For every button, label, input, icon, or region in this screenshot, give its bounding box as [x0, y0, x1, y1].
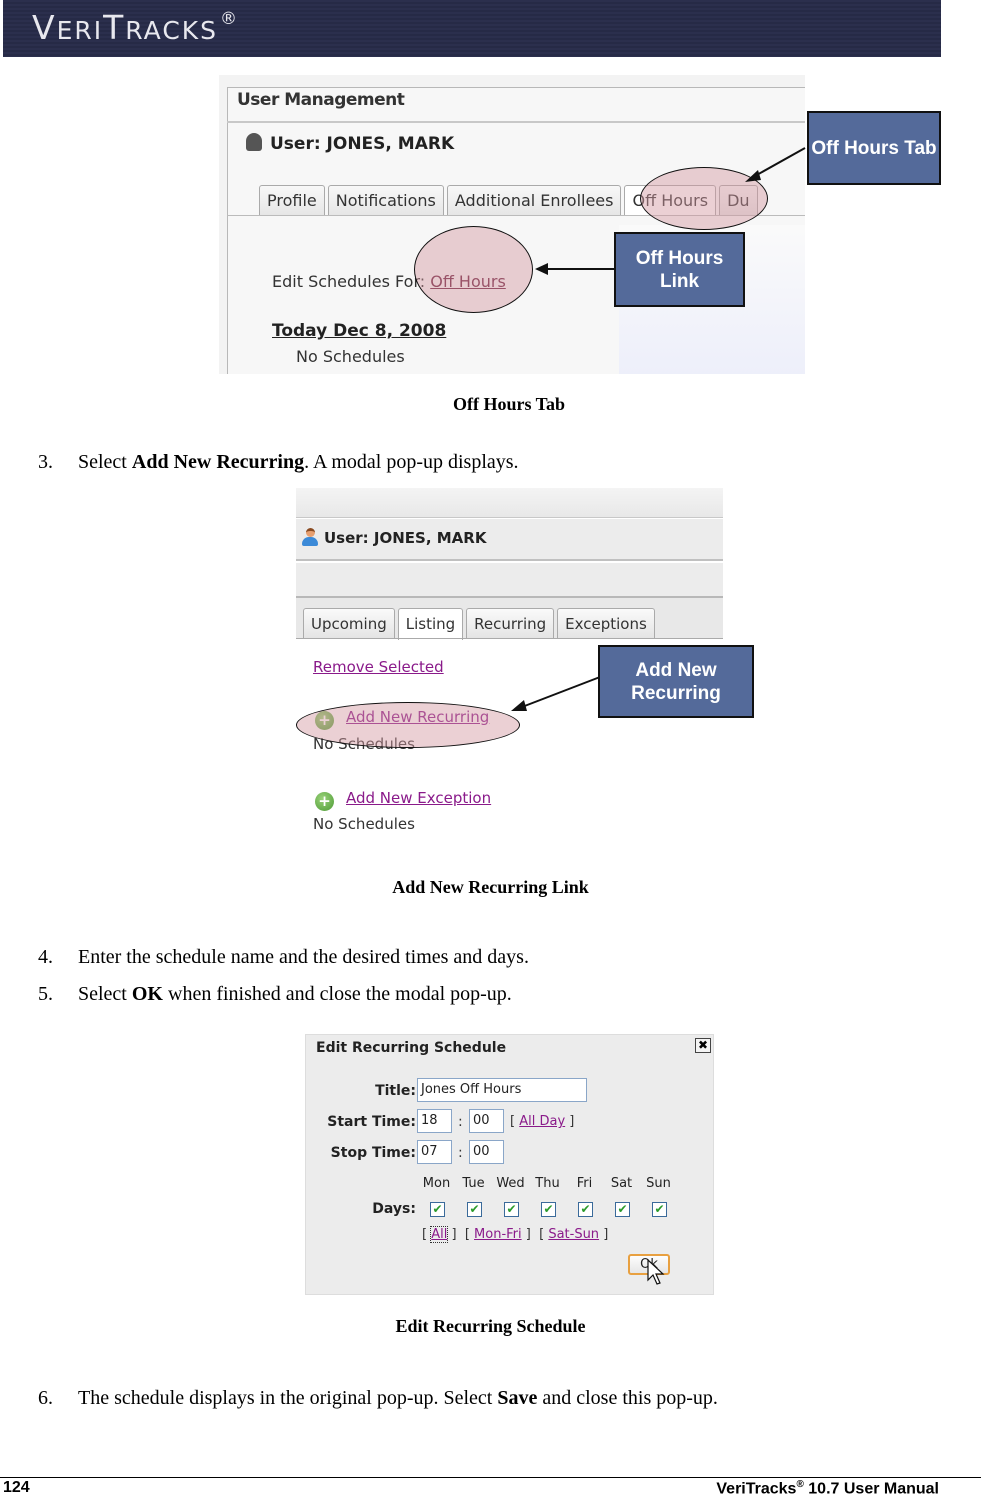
top-bar: [296, 488, 723, 518]
tab-notifications[interactable]: Notifications: [327, 185, 444, 215]
title-input[interactable]: Jones Off Hours: [417, 1078, 587, 1102]
arrow-line-tab: [754, 147, 806, 177]
all-day-link[interactable]: All Day: [519, 1114, 565, 1129]
arrow-line: [521, 676, 601, 708]
checkbox-thu[interactable]: ✔: [541, 1202, 556, 1217]
day-header: Tue: [462, 1176, 485, 1191]
day-header: Fri: [576, 1176, 593, 1191]
arrowhead-link: [535, 263, 548, 275]
tab-upcoming[interactable]: Upcoming: [303, 608, 395, 638]
add-icon: +: [315, 792, 334, 811]
caption-edit-recurring-schedule: Edit Recurring Schedule: [395, 1316, 586, 1336]
add-new-exception-row: + Add New Exception: [315, 789, 491, 811]
highlight-add-new-recurring: [296, 702, 520, 748]
remove-selected-link[interactable]: Remove Selected: [313, 658, 444, 676]
step-6: 6. The schedule displays in the original …: [38, 1387, 718, 1409]
spacer-bar: [296, 563, 723, 598]
edit-recurring-schedule-dialog: Edit Recurring Schedule ✖ Title: Jones O…: [305, 1034, 714, 1295]
divider: [227, 121, 805, 123]
user-heading: User: JONES, MARK: [302, 528, 486, 547]
panel-title: User Management: [237, 90, 405, 110]
user-icon: [302, 528, 318, 546]
manual-title: VeriTracks® 10.7 User Manual: [716, 1479, 939, 1495]
day-header: Mon: [422, 1176, 451, 1191]
callout-add-new-recurring: Add New Recurring: [598, 645, 754, 718]
tab-exceptions[interactable]: Exceptions: [557, 608, 655, 638]
callout-off-hours-tab: Off Hours Tab: [807, 111, 941, 185]
checkbox-sun[interactable]: ✔: [652, 1202, 667, 1217]
highlight-off-hours-link: [414, 226, 533, 313]
checkbox-mon[interactable]: ✔: [430, 1202, 445, 1217]
checkbox-tue[interactable]: ✔: [467, 1202, 482, 1217]
schedule-tabs: Upcoming Listing Recurring Exceptions: [303, 608, 658, 640]
step-3: 3. Select Add New Recurring. A modal pop-…: [38, 451, 519, 473]
arrowhead-tab: [745, 170, 761, 182]
footer-rule: [0, 1477, 981, 1478]
day-checkboxes: ✔ ✔ ✔ ✔ ✔ ✔ ✔: [430, 1202, 667, 1217]
user-icon: [246, 133, 262, 151]
mouse-cursor-icon: [647, 1259, 665, 1285]
step-5: 5. Select OK when finished and close the …: [38, 983, 512, 1005]
start-hour-input[interactable]: 18: [417, 1109, 452, 1133]
tab-profile[interactable]: Profile: [259, 185, 325, 215]
select-all-link[interactable]: All: [430, 1226, 449, 1243]
no-schedules-exception: No Schedules: [313, 815, 415, 833]
tab-underline: [296, 638, 723, 639]
time-separator: :: [458, 1114, 463, 1130]
day-header: Thu: [535, 1176, 560, 1191]
caption-add-new-recurring: Add New Recurring Link: [392, 877, 589, 897]
close-icon[interactable]: ✖: [695, 1038, 711, 1053]
no-schedules-text: No Schedules: [296, 347, 405, 366]
user-heading: User: JONES, MARK: [246, 133, 454, 154]
start-time-label: Start Time:: [327, 1114, 416, 1130]
day-header: Sat: [610, 1176, 633, 1191]
add-new-exception-link[interactable]: Add New Exception: [346, 789, 491, 807]
dialog-title: Edit Recurring Schedule: [316, 1040, 507, 1056]
time-separator: :: [458, 1145, 463, 1161]
page-number: 124: [3, 1479, 30, 1495]
tab-recurring[interactable]: Recurring: [466, 608, 555, 638]
checkbox-sat[interactable]: ✔: [615, 1202, 630, 1217]
day-header: Sun: [646, 1176, 671, 1191]
day-headers: Mon Tue Wed Thu Fri Sat Sun: [418, 1176, 677, 1191]
select-sat-sun-link[interactable]: Sat-Sun: [548, 1227, 599, 1242]
select-mon-fri-link[interactable]: Mon-Fri: [474, 1227, 522, 1242]
caption-off-hours-tab: Off Hours Tab: [452, 394, 566, 414]
all-day-wrapper: [ All Day ]: [510, 1114, 575, 1129]
callout-off-hours-link: Off Hours Link: [614, 232, 745, 307]
stop-time-label: Stop Time:: [330, 1145, 416, 1161]
arrowhead: [511, 700, 527, 711]
title-label: Title:: [375, 1083, 416, 1099]
brand-logo: VERITRACKS ®: [32, 8, 240, 47]
start-minute-input[interactable]: 00: [469, 1109, 504, 1133]
tab-listing[interactable]: Listing: [397, 608, 464, 640]
day-header: Wed: [496, 1176, 525, 1191]
callout-arrow-fig2: [511, 676, 601, 711]
quick-select-links: [ All ] [ Mon-Fri ] [ Sat-Sun ]: [422, 1226, 609, 1243]
days-label: Days:: [372, 1201, 416, 1217]
stop-minute-input[interactable]: 00: [469, 1140, 504, 1164]
date-heading: Today Dec 8, 2008: [272, 321, 447, 341]
stop-hour-input[interactable]: 07: [417, 1140, 452, 1164]
checkbox-fri[interactable]: ✔: [578, 1202, 593, 1217]
checkbox-wed[interactable]: ✔: [504, 1202, 519, 1217]
step-4: 4. Enter the schedule name and the desire…: [38, 946, 529, 968]
